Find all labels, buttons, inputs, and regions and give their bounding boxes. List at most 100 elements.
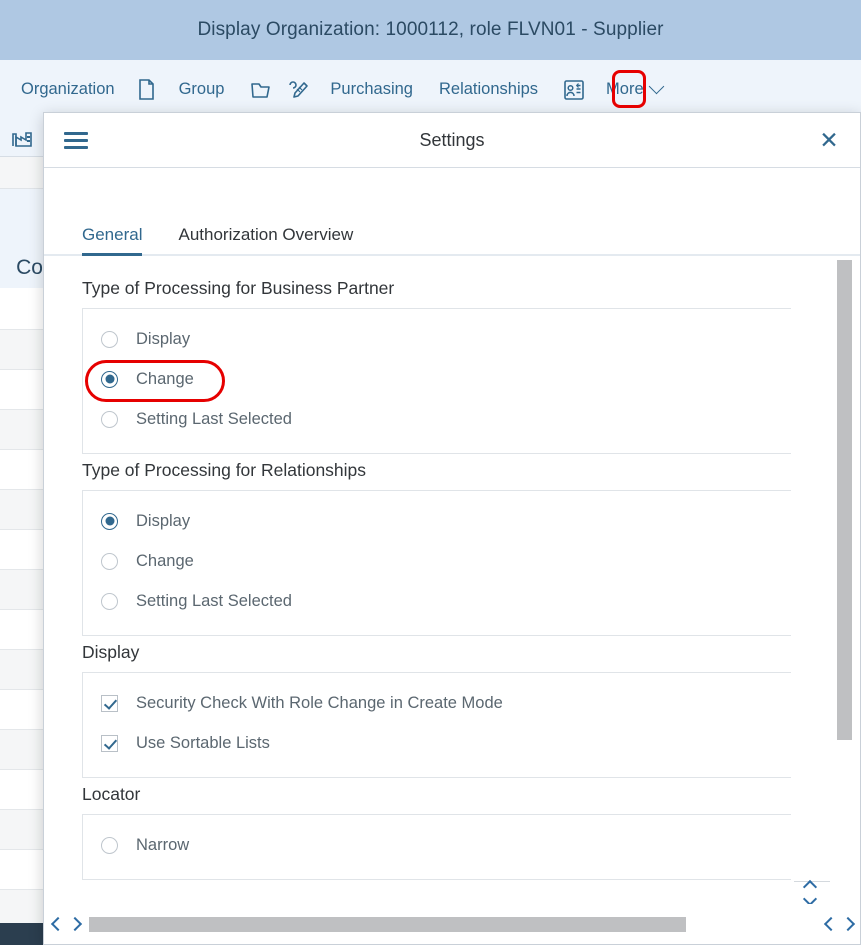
- dialog-tabs: General Authorization Overview: [44, 198, 860, 256]
- option-label: Change: [136, 551, 194, 570]
- toolbar-item-more[interactable]: More: [593, 70, 675, 110]
- section-title: Display: [82, 642, 140, 662]
- radio-button[interactable]: [101, 410, 118, 428]
- background-strip: [0, 157, 44, 189]
- table-row[interactable]: [0, 650, 44, 690]
- tab-general-label: General: [82, 225, 143, 244]
- toolbar-document-icon-button[interactable]: [128, 71, 166, 109]
- table-row[interactable]: [0, 610, 44, 650]
- table-row[interactable]: [0, 330, 44, 370]
- pencil-edit-icon: [287, 79, 309, 100]
- radio-button[interactable]: [101, 370, 118, 388]
- radio-button[interactable]: [101, 330, 118, 348]
- toolbar-edit-icon-button[interactable]: [279, 71, 317, 109]
- page-title: Display Organization: 1000112, role FLVN…: [197, 19, 664, 40]
- hamburger-icon[interactable]: [62, 126, 90, 154]
- tab-authorization-overview-label: Authorization Overview: [178, 225, 354, 244]
- radio-option[interactable]: Display: [83, 501, 791, 541]
- table-row[interactable]: [0, 530, 44, 570]
- settings-section-relationships: Type of Processing for Relationships Disp…: [44, 460, 819, 636]
- dialog-title: Settings: [419, 129, 485, 150]
- horizontal-scroll-arrows-left[interactable]: [44, 916, 89, 932]
- app-header: Display Organization: 1000112, role FLVN…: [0, 0, 861, 60]
- horizontal-scrollbar-thumb[interactable]: [89, 916, 686, 932]
- chevron-left-icon[interactable]: [50, 916, 66, 932]
- scroll-up-down-bottom[interactable]: [802, 879, 818, 907]
- option-label: Setting Last Selected: [136, 591, 292, 610]
- toolbar-item-organization[interactable]: Organization: [8, 70, 128, 110]
- table-row[interactable]: [0, 810, 44, 850]
- vertical-scrollbar-thumb[interactable]: [837, 260, 852, 740]
- section-options: Security Check With Role Change in Creat…: [82, 672, 791, 778]
- radio-option[interactable]: Change: [83, 359, 791, 399]
- section-options: Display Change Setting Last Selected: [82, 308, 791, 454]
- chevron-right-icon[interactable]: [67, 916, 83, 932]
- toolbar-label-group: Group: [178, 80, 225, 98]
- settings-section-locator: Locator Narrow: [44, 784, 819, 880]
- table-row[interactable]: [0, 288, 44, 330]
- toolbar-item-group[interactable]: Group: [166, 70, 238, 110]
- section-title: Type of Processing for Relationships: [82, 460, 367, 480]
- toolbar-label-relationships: Relationships: [438, 80, 539, 98]
- table-row[interactable]: [0, 850, 44, 890]
- table-row[interactable]: [0, 410, 44, 450]
- table-row[interactable]: [0, 690, 44, 730]
- checkbox-option[interactable]: Use Sortable Lists: [83, 723, 791, 763]
- radio-option[interactable]: Setting Last Selected: [83, 399, 791, 439]
- toolbar-label-purchasing: Purchasing: [330, 80, 413, 98]
- toolbar-settings-icon-button[interactable]: [555, 71, 593, 109]
- table-row[interactable]: [0, 570, 44, 610]
- option-label: Narrow: [136, 835, 190, 854]
- dialog-body: Type of Processing for Business Partner D…: [44, 256, 860, 898]
- option-label: Display: [136, 329, 191, 348]
- toolbar-folder-icon-button[interactable]: [241, 71, 279, 109]
- radio-option[interactable]: Display: [83, 319, 791, 359]
- table-row[interactable]: [0, 370, 44, 410]
- option-label: Use Sortable Lists: [136, 733, 270, 752]
- chevron-down-icon: [648, 78, 664, 95]
- radio-button[interactable]: [101, 836, 118, 854]
- section-title: Locator: [82, 784, 141, 804]
- document-icon: [138, 79, 155, 100]
- settings-section-business-partner: Type of Processing for Business Partner D…: [44, 278, 819, 454]
- toolbar-item-relationships[interactable]: Relationships: [426, 70, 551, 110]
- settings-sections: Type of Processing for Business Partner D…: [44, 256, 819, 886]
- tab-authorization-overview[interactable]: Authorization Overview: [178, 225, 353, 254]
- horizontal-scroll-arrows-right[interactable]: [817, 916, 860, 932]
- radio-button[interactable]: [101, 592, 118, 610]
- checkbox-option[interactable]: Security Check With Role Change in Creat…: [83, 683, 791, 723]
- dialog-header: Settings ✕: [44, 113, 860, 168]
- section-options: Display Change Setting Last Selected: [82, 490, 791, 636]
- toolbar-item-purchasing[interactable]: Purchasing: [317, 70, 426, 110]
- chevron-left-icon[interactable]: [823, 916, 839, 932]
- option-label: Security Check With Role Change in Creat…: [136, 693, 503, 712]
- table-row[interactable]: [0, 770, 44, 810]
- radio-button[interactable]: [101, 552, 118, 570]
- table-row[interactable]: [0, 450, 44, 490]
- app-toolbar: Organization Group Purchasing Relationsh…: [0, 60, 861, 119]
- background-title-band: Co: [0, 189, 44, 288]
- radio-button[interactable]: [101, 512, 118, 530]
- chevron-right-icon[interactable]: [840, 916, 856, 932]
- table-row[interactable]: [0, 730, 44, 770]
- horizontal-scrollbar-track[interactable]: [89, 916, 817, 932]
- radio-option[interactable]: Change: [83, 541, 791, 581]
- toolbar-label-more: More: [606, 80, 644, 98]
- tab-general[interactable]: General: [82, 225, 143, 256]
- radio-option[interactable]: Narrow: [83, 825, 791, 865]
- settings-section-display: Display Security Check With Role Change i…: [44, 642, 819, 778]
- section-options: Narrow: [82, 814, 791, 880]
- folder-icon: [250, 80, 271, 100]
- background-table-rows: [0, 288, 44, 945]
- table-row[interactable]: [0, 490, 44, 530]
- settings-dialog: Settings ✕ General Authorization Overvie…: [43, 112, 861, 945]
- background-partial-title: Co: [16, 256, 43, 279]
- option-label: Change: [136, 369, 194, 388]
- close-icon[interactable]: ✕: [814, 125, 844, 155]
- checkbox-input[interactable]: [101, 694, 118, 712]
- option-label: Display: [136, 511, 191, 530]
- checkbox-input[interactable]: [101, 734, 118, 752]
- option-label: Setting Last Selected: [136, 409, 292, 428]
- radio-option[interactable]: Setting Last Selected: [83, 581, 791, 621]
- horizontal-scroll-row: [44, 904, 860, 944]
